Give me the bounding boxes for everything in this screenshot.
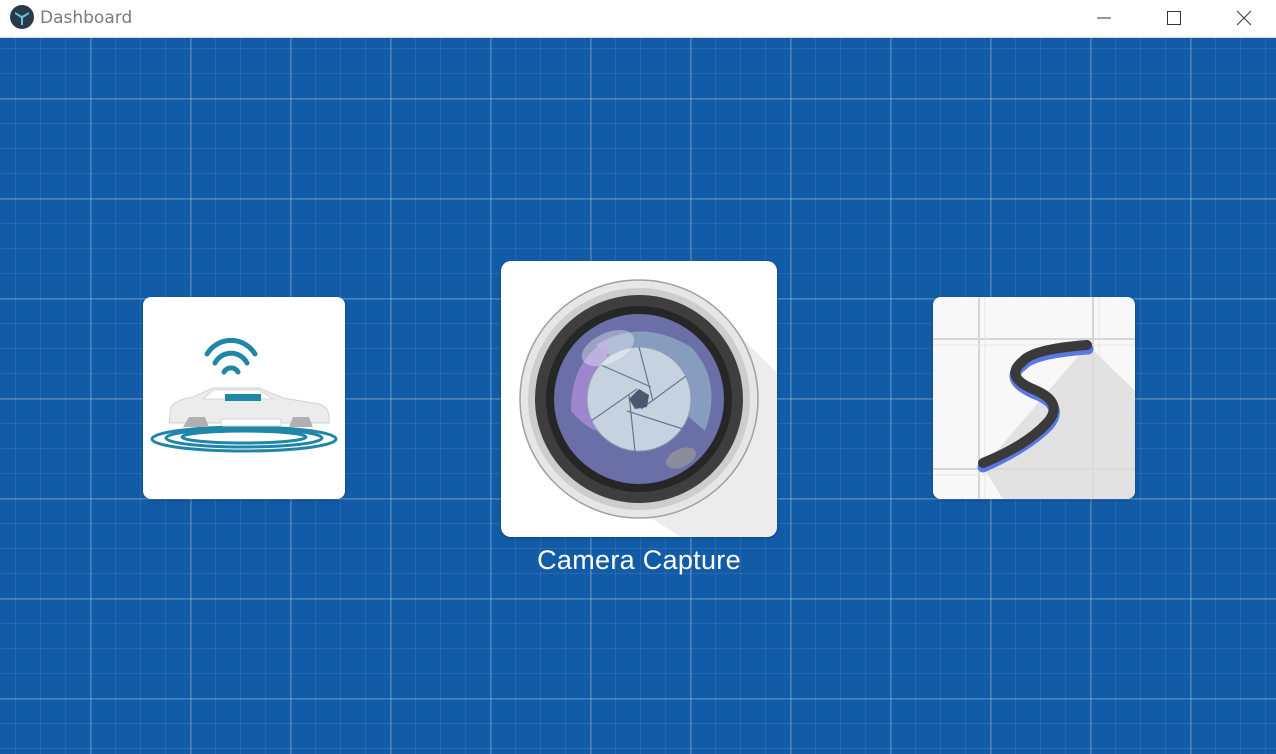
minimize-button[interactable] xyxy=(1081,0,1127,36)
close-button[interactable] xyxy=(1221,0,1267,36)
window-title: Dashboard xyxy=(40,8,133,28)
ink-stroke-icon xyxy=(933,297,1135,499)
app-logo-icon xyxy=(10,5,34,29)
camera-lens-icon xyxy=(519,279,777,537)
wireless-car-tile[interactable] xyxy=(143,297,345,499)
camera-capture-label[interactable]: Camera Capture xyxy=(501,545,777,576)
maximize-icon xyxy=(1167,11,1181,25)
minimize-icon xyxy=(1097,17,1111,19)
camera-capture-tile[interactable] xyxy=(501,261,777,537)
ink-tile[interactable] xyxy=(933,297,1135,499)
wireless-car-icon xyxy=(150,337,338,453)
title-bar[interactable]: Dashboard xyxy=(0,0,1276,38)
dashboard-window: Dashboard Camera Capture xyxy=(0,0,1276,754)
close-icon xyxy=(1236,10,1252,26)
maximize-button[interactable] xyxy=(1151,0,1197,36)
